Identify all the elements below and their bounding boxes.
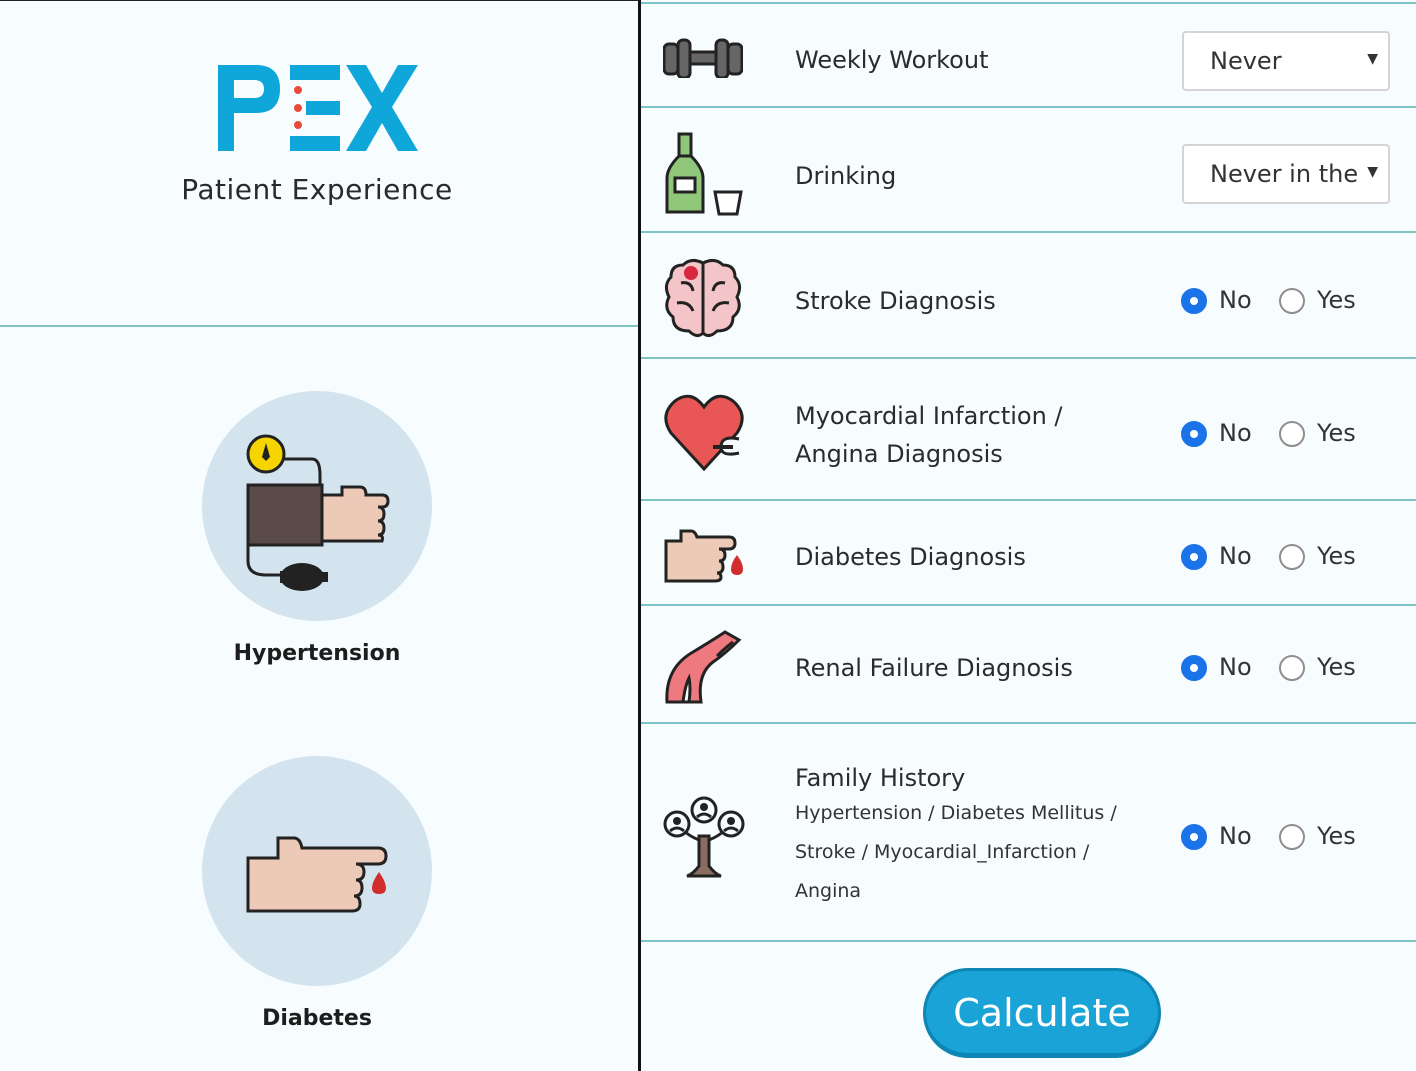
family-radio-no[interactable] [1181, 824, 1207, 850]
mi-radio-no[interactable] [1181, 421, 1207, 447]
diabetes-radio-no[interactable] [1181, 544, 1207, 570]
diabetes-yes-label[interactable]: Yes [1317, 542, 1356, 570]
family-history-sub1: Hypertension / Diabetes Mellitus / [795, 802, 1117, 824]
family-no-label[interactable]: No [1219, 822, 1252, 850]
mi-yes-label[interactable]: Yes [1317, 419, 1356, 447]
row-renal: Renal Failure Diagnosis No Yes [641, 606, 1416, 724]
dumbbell-icon [663, 38, 743, 78]
mi-no-label[interactable]: No [1219, 419, 1252, 447]
mi-label-line2: Angina Diagnosis [795, 440, 1003, 468]
diabetes-circle[interactable] [202, 756, 432, 986]
family-history-label: Family History Hypertension / Diabetes M… [795, 764, 1117, 911]
mi-label: Myocardial Infarction / Angina Diagnosis [795, 397, 1063, 473]
broken-heart-icon [664, 394, 744, 472]
family-history-title: Family History [795, 764, 966, 792]
blood-pressure-cuff-icon [246, 434, 390, 591]
row-family-history: Family History Hypertension / Diabetes M… [641, 724, 1416, 942]
stroke-radio-no[interactable] [1181, 288, 1207, 314]
brain-icon [664, 258, 742, 338]
renal-label: Renal Failure Diagnosis [795, 654, 1073, 682]
renal-no-label[interactable]: No [1219, 653, 1252, 681]
chevron-down-icon: ▼ [1367, 51, 1378, 67]
hypertension-label[interactable]: Hypertension [0, 641, 634, 666]
weekly-workout-select[interactable]: Never ▼ [1182, 31, 1390, 91]
row-stroke: Stroke Diagnosis No Yes [641, 233, 1416, 359]
row-diabetes: Diabetes Diagnosis No Yes [641, 501, 1416, 606]
family-tree-icon [663, 796, 745, 878]
weekly-workout-label: Weekly Workout [795, 46, 989, 74]
renal-radio-no[interactable] [1181, 655, 1207, 681]
calculate-button[interactable]: Calculate [923, 968, 1161, 1058]
row-mi: Myocardial Infarction / Angina Diagnosis… [641, 359, 1416, 501]
logo-area: Patient Experience [0, 1, 638, 327]
kidney-tube-icon [665, 630, 742, 704]
drinking-value: Never in the [1210, 160, 1359, 188]
right-panel: Weekly Workout Never ▼ Drinking Never in… [641, 0, 1416, 1071]
stroke-no-label[interactable]: No [1219, 286, 1252, 314]
family-history-sub2: Stroke / Myocardial_Infarction / [795, 841, 1090, 863]
family-yes-label[interactable]: Yes [1317, 822, 1356, 850]
family-history-sub3: Angina [795, 880, 862, 902]
diabetes-diagnosis-label: Diabetes Diagnosis [795, 543, 1026, 571]
drinking-select[interactable]: Never in the ▼ [1182, 144, 1390, 204]
stroke-radio-yes[interactable] [1279, 288, 1305, 314]
row-weekly-workout: Weekly Workout Never ▼ [641, 4, 1416, 108]
mi-radio-yes[interactable] [1279, 421, 1305, 447]
finger-blood-drop-icon [246, 836, 388, 913]
pex-logo [218, 65, 418, 151]
renal-yes-label[interactable]: Yes [1317, 653, 1356, 681]
diabetes-radio-yes[interactable] [1279, 544, 1305, 570]
app-root: Patient Experience Hypertension Diabetes… [0, 0, 1416, 1071]
row-drinking: Drinking Never in the ▼ [641, 108, 1416, 233]
mi-label-line1: Myocardial Infarction / [795, 402, 1063, 430]
renal-radio-yes[interactable] [1279, 655, 1305, 681]
diabetes-label[interactable]: Diabetes [0, 1006, 634, 1031]
weekly-workout-value: Never [1210, 47, 1282, 75]
drinking-label: Drinking [795, 162, 897, 190]
logo-tagline: Patient Experience [181, 173, 453, 206]
finger-drop-icon [664, 529, 743, 583]
family-radio-yes[interactable] [1279, 824, 1305, 850]
left-panel: Patient Experience Hypertension Diabetes [0, 0, 638, 1071]
stroke-yes-label[interactable]: Yes [1317, 286, 1356, 314]
stroke-label: Stroke Diagnosis [795, 287, 996, 315]
diabetes-no-label[interactable]: No [1219, 542, 1252, 570]
chevron-down-icon: ▼ [1367, 164, 1378, 180]
hypertension-circle[interactable] [202, 391, 432, 621]
bottle-glass-icon [665, 132, 743, 216]
